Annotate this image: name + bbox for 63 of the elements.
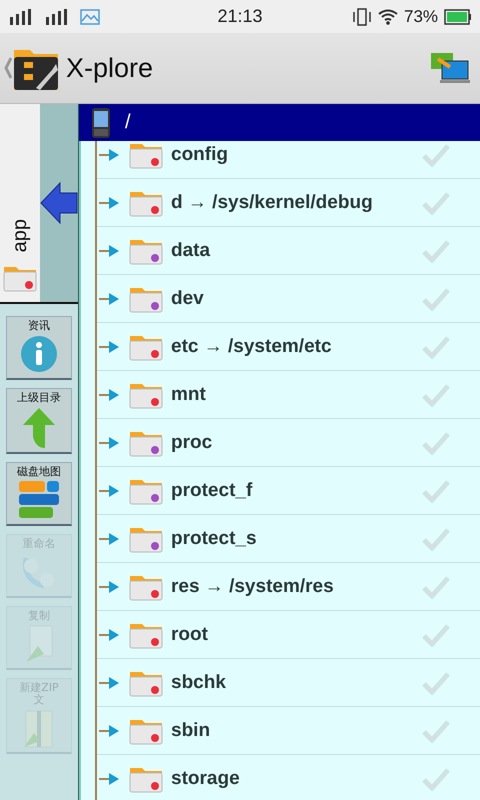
checkmark-icon[interactable] xyxy=(422,766,450,790)
back-chevron-icon[interactable] xyxy=(4,57,12,79)
folder-name[interactable]: storage xyxy=(171,768,414,790)
folder-name[interactable]: config xyxy=(171,144,414,166)
checkmark-icon[interactable] xyxy=(422,430,450,454)
expand-arrow-icon[interactable] xyxy=(99,388,121,402)
folder-name[interactable]: protect_s xyxy=(171,528,414,550)
info-icon xyxy=(20,334,58,373)
checkmark-icon[interactable] xyxy=(422,478,450,502)
current-path: / xyxy=(125,111,131,134)
up-arrow-icon xyxy=(22,406,56,449)
folder-name[interactable]: proc xyxy=(171,432,414,454)
battery-percent: 73% xyxy=(404,6,438,26)
expand-arrow-icon[interactable] xyxy=(99,628,121,642)
expand-arrow-icon[interactable] xyxy=(99,244,121,258)
checkmark-icon[interactable] xyxy=(422,622,450,646)
checkmark-icon[interactable] xyxy=(422,190,450,214)
tool-button[interactable]: 资讯 xyxy=(6,316,72,380)
phone-icon xyxy=(91,106,111,138)
panel-label[interactable]: app xyxy=(8,218,32,252)
expand-arrow-icon[interactable] xyxy=(99,340,121,354)
expand-arrow-icon[interactable] xyxy=(99,772,121,786)
checkmark-icon[interactable] xyxy=(422,142,450,166)
checkmark-icon[interactable] xyxy=(422,526,450,550)
expand-arrow-icon[interactable] xyxy=(99,436,121,450)
folder-name[interactable]: sbin xyxy=(171,720,414,742)
expand-arrow-icon[interactable] xyxy=(99,532,121,546)
checkmark-icon[interactable] xyxy=(422,334,450,358)
folder-name[interactable]: sbchk xyxy=(171,672,414,694)
vibrate-icon xyxy=(352,8,372,26)
expand-arrow-icon[interactable] xyxy=(99,724,121,738)
expand-arrow-icon[interactable] xyxy=(99,196,121,210)
checkmark-icon[interactable] xyxy=(422,382,450,406)
folder-name[interactable]: dev xyxy=(171,288,414,310)
checkmark-icon[interactable] xyxy=(422,286,450,310)
screens-icon[interactable] xyxy=(430,51,470,85)
checkmark-icon[interactable] xyxy=(422,238,450,262)
expand-arrow-icon[interactable] xyxy=(99,676,121,690)
folder-icon xyxy=(129,141,163,168)
battery-icon xyxy=(444,8,472,24)
folder-name[interactable]: protect_f xyxy=(171,480,414,502)
folder-name[interactable]: mnt xyxy=(171,384,414,406)
expand-arrow-icon[interactable] xyxy=(99,580,121,594)
left-arrow-icon[interactable] xyxy=(40,181,78,225)
folder-name[interactable]: data xyxy=(171,240,414,262)
expand-arrow-icon[interactable] xyxy=(99,484,121,498)
folder-name[interactable]: d → /sys/kernel/debug xyxy=(171,192,414,214)
folder-name[interactable]: res → /system/res xyxy=(171,576,414,598)
tool-button[interactable]: 上级目录 xyxy=(6,388,72,454)
checkmark-icon[interactable] xyxy=(422,718,450,742)
disk-map-icon xyxy=(18,480,60,520)
image-icon xyxy=(80,8,100,24)
folder-icon xyxy=(3,264,37,292)
expand-arrow-icon[interactable] xyxy=(99,148,121,162)
folder-name[interactable]: etc → /system/etc xyxy=(171,336,414,358)
checkmark-icon[interactable] xyxy=(422,670,450,694)
tool-button[interactable]: 磁盘地图 xyxy=(6,462,72,526)
app-title: X-plore xyxy=(66,52,154,84)
checkmark-icon[interactable] xyxy=(422,574,450,598)
clock-time: 21:13 xyxy=(217,6,263,27)
folder-name[interactable]: root xyxy=(171,624,414,646)
wifi-icon xyxy=(378,8,398,24)
expand-arrow-icon[interactable] xyxy=(99,292,121,306)
